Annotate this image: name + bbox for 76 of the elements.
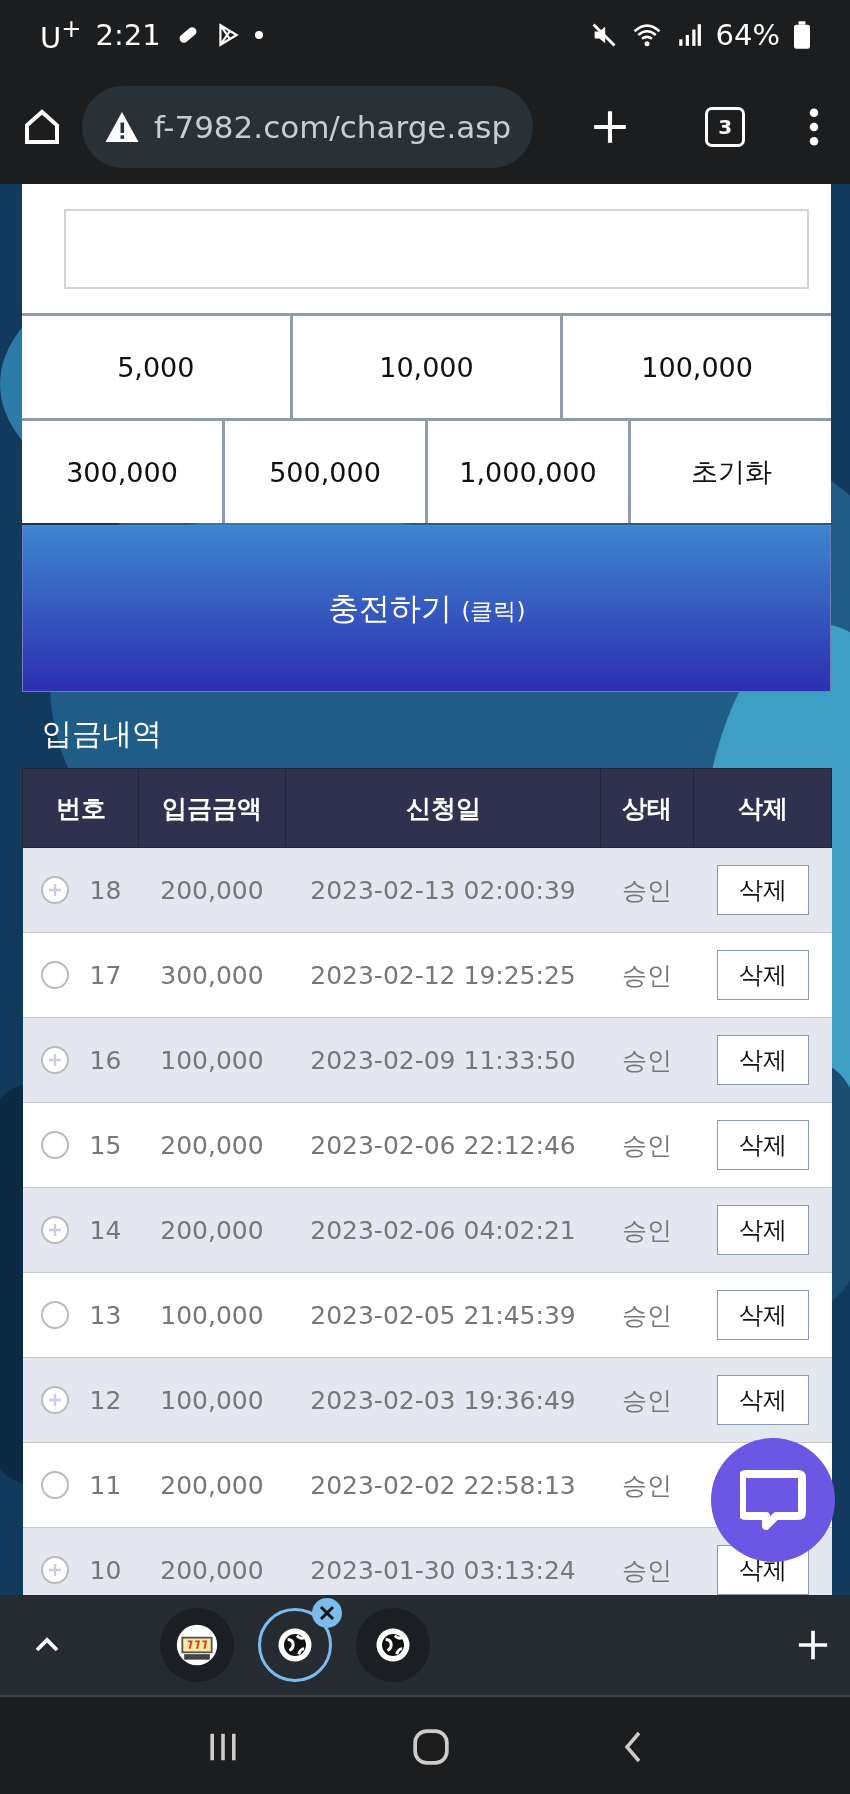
amount-cell: 100,000 <box>138 1017 286 1103</box>
status-cell: 승인 <box>600 1357 694 1443</box>
row-number: 14 <box>89 1215 122 1245</box>
date-cell: 2023-02-06 04:02:21 <box>285 1187 601 1273</box>
date-cell: 2023-02-12 19:25:25 <box>285 932 601 1018</box>
row-number: 12 <box>89 1385 122 1415</box>
menu-icon[interactable] <box>809 108 820 146</box>
close-icon[interactable] <box>312 1598 342 1628</box>
row-number: 10 <box>89 1555 122 1585</box>
radio-icon[interactable] <box>39 1130 70 1160</box>
row-number: 17 <box>89 960 122 990</box>
row-number: 13 <box>89 1300 122 1330</box>
amount-button[interactable]: 초기화 <box>631 421 831 523</box>
amount-cell: 300,000 <box>138 932 286 1018</box>
column-header: 삭제 <box>693 768 832 848</box>
status-cell: 승인 <box>600 1102 694 1188</box>
home-icon[interactable] <box>22 107 62 147</box>
clock: 2:21 <box>95 18 161 52</box>
amount-button[interactable]: 5,000 <box>22 316 290 418</box>
radio-icon[interactable] <box>39 1470 70 1500</box>
delete-button[interactable]: 삭제 <box>716 1035 809 1085</box>
battery-icon <box>794 20 810 50</box>
row-number: 18 <box>89 875 122 905</box>
date-cell: 2023-02-09 11:33:50 <box>285 1017 601 1103</box>
status-cell: 승인 <box>600 1187 694 1273</box>
delete-button[interactable]: 삭제 <box>716 1375 809 1425</box>
amount-cell: 200,000 <box>138 1102 286 1188</box>
battery-percent: 64% <box>715 18 780 52</box>
row-number: 15 <box>89 1130 122 1160</box>
amount-cell: 100,000 <box>138 1357 286 1443</box>
amount-cell: 200,000 <box>138 847 286 933</box>
amount-button[interactable]: 300,000 <box>22 421 222 523</box>
amount-button[interactable]: 10,000 <box>292 316 561 418</box>
status-cell: 승인 <box>600 1017 694 1103</box>
status-cell: 승인 <box>600 1527 694 1595</box>
amount-button[interactable]: 500,000 <box>225 421 425 523</box>
amount-button[interactable]: 100,000 <box>563 316 831 418</box>
amount-button[interactable]: 1,000,000 <box>428 421 628 523</box>
amount-input[interactable] <box>64 208 809 289</box>
charge-button[interactable]: 충전하기 (클릭) <box>22 525 831 692</box>
row-number: 16 <box>89 1045 122 1075</box>
carrier: U$^{+}$ <box>40 15 82 55</box>
delete-button[interactable]: 삭제 <box>716 1290 809 1340</box>
column-header: 상태 <box>600 768 694 848</box>
status-cell: 승인 <box>600 847 694 933</box>
date-cell: 2023-01-30 03:13:24 <box>285 1527 601 1595</box>
radio-icon[interactable] <box>39 960 70 990</box>
delete-button[interactable]: 삭제 <box>716 950 809 1000</box>
date-cell: 2023-02-05 21:45:39 <box>285 1272 601 1358</box>
date-cell: 2023-02-03 19:36:49 <box>285 1357 601 1443</box>
home-button-icon[interactable] <box>412 1727 450 1766</box>
add-tab-icon[interactable] <box>796 1628 830 1662</box>
date-cell: 2023-02-02 22:58:13 <box>285 1442 601 1528</box>
delete-button[interactable]: 삭제 <box>716 865 809 915</box>
amount-cell: 200,000 <box>138 1527 286 1595</box>
amount-cell: 200,000 <box>138 1442 286 1528</box>
tab-count-button[interactable]: 3 <box>705 107 746 147</box>
amount-cell: 100,000 <box>138 1272 286 1358</box>
section-title: 입금내역 <box>42 716 162 751</box>
date-cell: 2023-02-06 22:12:46 <box>285 1102 601 1188</box>
status-cell: 승인 <box>600 1442 694 1528</box>
date-cell: 2023-02-13 02:00:39 <box>285 847 601 933</box>
radio-icon[interactable] <box>39 1300 70 1330</box>
column-header: 신청일 <box>285 768 601 848</box>
delete-button[interactable]: 삭제 <box>716 1205 809 1255</box>
status-cell: 승인 <box>600 932 694 1018</box>
delete-button[interactable]: 삭제 <box>716 1120 809 1170</box>
chat-icon <box>740 1470 806 1530</box>
status-cell: 승인 <box>600 1272 694 1358</box>
column-header: 입금금액 <box>138 768 286 848</box>
dot-icon <box>254 31 263 39</box>
column-header: 번호 <box>22 768 139 848</box>
slot-machine-icon <box>175 1623 219 1667</box>
amount-cell: 200,000 <box>138 1187 286 1273</box>
row-number: 11 <box>89 1470 122 1500</box>
address-bar[interactable]: f-7982.com/charge.asp <box>82 86 534 168</box>
